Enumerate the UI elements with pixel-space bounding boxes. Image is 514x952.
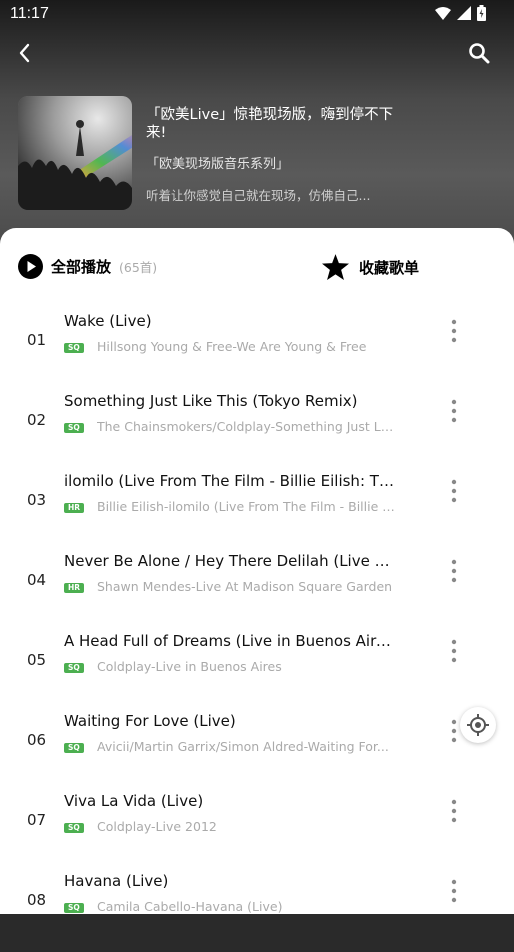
song-row[interactable]: 05 A Head Full of Dreams (Live in Buenos … <box>0 632 514 712</box>
song-artist-album: Coldplay-Live in Buenos Aires <box>97 659 282 674</box>
song-artist-album: Coldplay-Live 2012 <box>97 819 217 834</box>
song-artist-album: The Chainsmokers/Coldplay-Something Just… <box>97 419 395 434</box>
song-number: 01 <box>27 331 47 349</box>
song-row[interactable]: 07 Viva La Vida (Live) SQ Coldplay-Live 201… <box>0 792 514 872</box>
quality-badge: HR <box>64 503 85 513</box>
more-vertical-icon[interactable] <box>448 398 460 424</box>
playlist-description[interactable]: 听着让你感觉自己就在现场，仿佛自己... <box>146 185 396 204</box>
song-row[interactable]: 06 Waiting For Love (Live) SQ Avicii/Martin… <box>0 712 514 792</box>
play-all-label: 全部播放 <box>51 258 112 276</box>
favorite-playlist-button[interactable]: 收藏歌单 <box>322 254 419 280</box>
song-count: (65首) <box>119 260 158 275</box>
playlist-title: 「欧美Live」惊艳现场版，嗨到停不下来! <box>146 107 394 141</box>
song-number: 06 <box>27 731 47 749</box>
locate-icon <box>467 714 489 736</box>
quality-badge: SQ <box>64 423 84 433</box>
more-vertical-icon[interactable] <box>448 638 460 664</box>
song-title: Waiting For Love (Live) <box>64 712 236 730</box>
song-list-sheet: 全部播放 (65首) 收藏歌单 01 Wake (Live) SQ Hillsong … <box>0 228 514 914</box>
quality-badge: SQ <box>64 663 84 673</box>
song-artist-album: Hillsong Young & Free-We Are Young & Fre… <box>97 339 367 354</box>
play-circle-icon <box>18 254 43 279</box>
more-vertical-icon[interactable] <box>448 798 460 824</box>
star-icon <box>322 254 349 280</box>
song-number: 03 <box>27 491 47 509</box>
wifi-icon <box>435 6 451 20</box>
back-icon[interactable] <box>14 42 36 64</box>
song-artist-album: Shawn Mendes-Live At Madison Square Gard… <box>97 579 393 594</box>
song-title: Viva La Vida (Live) <box>64 792 204 810</box>
playlist-series: 「欧美现场版音乐系列」 <box>146 157 290 172</box>
play-all-button[interactable]: 全部播放 (65首) <box>18 254 157 279</box>
more-vertical-icon[interactable] <box>448 478 460 504</box>
song-row[interactable]: 02 Something Just Like This (Tokyo Remix)… <box>0 392 514 472</box>
quality-badge: SQ <box>64 823 84 833</box>
song-title: Havana (Live) <box>64 872 169 890</box>
locate-current-song-button[interactable] <box>460 707 496 743</box>
song-row[interactable]: 08 Havana (Live) SQ Camila Cabello-Havana (… <box>0 872 514 952</box>
song-number: 05 <box>27 651 47 669</box>
status-icons <box>435 5 486 21</box>
quality-badge: HR <box>64 583 85 593</box>
more-vertical-icon[interactable] <box>448 318 460 344</box>
more-vertical-icon[interactable] <box>448 558 460 584</box>
status-time: 11:17 <box>10 5 49 22</box>
song-title: Wake (Live) <box>64 312 152 330</box>
song-row[interactable]: 01 Wake (Live) SQ Hillsong Young & Free-We … <box>0 312 514 392</box>
song-number: 07 <box>27 811 47 829</box>
song-number: 02 <box>27 411 47 429</box>
quality-badge: SQ <box>64 343 84 353</box>
song-artist-album: Billie Eilish-ilomilo (Live From The Fil… <box>97 499 395 514</box>
status-bar: 11:17 <box>0 0 514 28</box>
song-number: 08 <box>27 891 47 909</box>
song-artist-album: Avicii/Martin Garrix/Simon Aldred-Waitin… <box>97 739 389 754</box>
song-number: 04 <box>27 571 47 589</box>
cell-signal-icon <box>457 6 471 20</box>
more-vertical-icon[interactable] <box>448 878 460 904</box>
battery-icon <box>477 5 486 21</box>
playlist-header: 11:17 「欧美Live」惊艳现场版，嗨到停不下来! 「欧美现场版音乐系列」 … <box>0 0 514 250</box>
quality-badge: SQ <box>64 743 84 753</box>
search-icon[interactable] <box>468 42 490 64</box>
more-vertical-icon[interactable] <box>448 718 460 744</box>
playlist-cover[interactable] <box>18 96 132 210</box>
song-row[interactable]: 04 Never Be Alone / Hey There Delilah (Li… <box>0 552 514 632</box>
song-title: A Head Full of Dreams (Live in Buenos Ai… <box>64 632 394 650</box>
favorite-label: 收藏歌单 <box>359 258 420 277</box>
song-row[interactable]: 03 ilomilo (Live From The Film - Billie E… <box>0 472 514 552</box>
quality-badge: SQ <box>64 903 84 913</box>
song-title: Something Just Like This (Tokyo Remix) <box>64 392 358 410</box>
concert-crowd-image <box>18 96 132 210</box>
song-title: Never Be Alone / Hey There Delilah (Live… <box>64 552 394 570</box>
song-title: ilomilo (Live From The Film - Billie Eil… <box>64 472 394 490</box>
song-artist-album: Camila Cabello-Havana (Live) <box>97 899 283 914</box>
